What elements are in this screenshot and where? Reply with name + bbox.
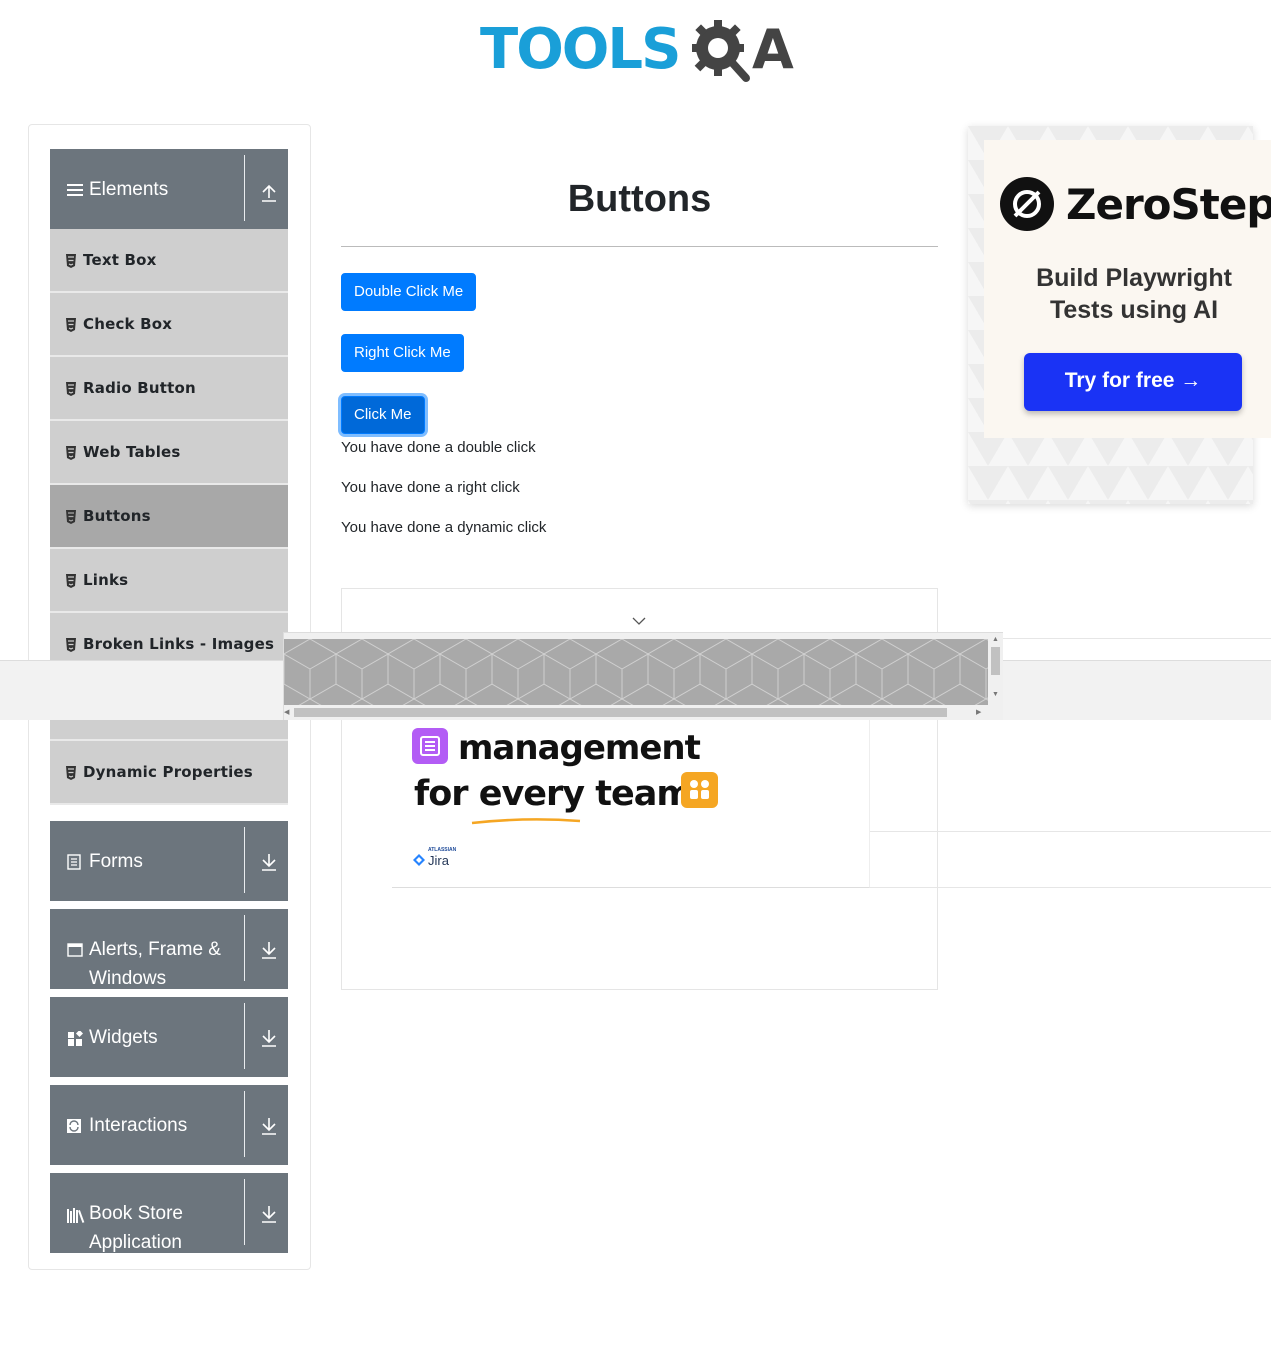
menu-item-radio-button[interactable]: Radio Button xyxy=(50,357,288,421)
rule-1 xyxy=(870,831,1271,832)
group-title: Alerts, Frame & xyxy=(89,939,221,960)
html5-icon xyxy=(66,318,76,332)
collapse-arrow-icon[interactable] xyxy=(258,182,280,204)
expand-arrow-icon[interactable] xyxy=(258,851,280,873)
logo-tools-text: TOOLS xyxy=(480,17,681,82)
group-header-alerts[interactable]: Alerts, Frame & Windows xyxy=(50,909,288,989)
horizontal-scrollbar[interactable]: ◀ ▶ xyxy=(284,705,1003,720)
divider xyxy=(244,1179,245,1245)
menu-item-label: Links xyxy=(83,571,129,589)
vertical-scrollbar[interactable]: ▲ ▼ xyxy=(988,633,1003,705)
zerostep-brand: ZeroStep xyxy=(1066,180,1271,229)
menu-item-label: Web Tables xyxy=(83,443,181,461)
menu-item-label: Text Box xyxy=(83,251,157,269)
divider xyxy=(244,155,245,221)
document-icon xyxy=(67,854,81,870)
html5-icon xyxy=(66,446,76,460)
html5-icon xyxy=(66,638,76,652)
gear-search-icon xyxy=(692,20,750,82)
logo-a-text: A xyxy=(752,18,794,81)
scroll-down-icon[interactable]: ▼ xyxy=(992,691,999,698)
scroll-left-icon[interactable]: ◀ xyxy=(284,709,289,716)
ad-pattern-image xyxy=(284,639,988,705)
html5-icon xyxy=(66,382,76,396)
group-header-widgets[interactable]: Widgets xyxy=(50,997,288,1077)
expand-arrow-icon[interactable] xyxy=(258,1115,280,1137)
scroll-thumb[interactable] xyxy=(991,647,1000,675)
list-icon xyxy=(412,728,448,764)
jira-ad-line2: for every team xyxy=(414,774,693,814)
divider xyxy=(244,827,245,893)
group-title: Widgets xyxy=(89,1027,158,1048)
right-click-button[interactable]: Right Click Me xyxy=(341,334,464,372)
menu-item-web-tables[interactable]: Web Tables xyxy=(50,421,288,485)
rule-2 xyxy=(870,887,1271,888)
click-me-button[interactable]: Click Me xyxy=(341,396,425,434)
group-header-elements[interactable]: Elements xyxy=(50,149,288,229)
dynamic-click-message: You have done a dynamic click xyxy=(341,519,547,536)
tagline-line2: Tests using AI xyxy=(1049,296,1219,324)
divider xyxy=(244,1091,245,1157)
divider xyxy=(244,1003,245,1069)
menu-item-links[interactable]: Links xyxy=(50,549,288,613)
chevron-down-icon[interactable] xyxy=(632,616,646,626)
menu-item-dynamic-properties[interactable]: Dynamic Properties xyxy=(50,741,288,805)
menu-item-label: Dynamic Properties xyxy=(83,763,253,781)
menu-item-label: Broken Links - Images xyxy=(83,635,275,653)
expand-arrow-icon[interactable] xyxy=(258,1203,280,1225)
jira-label: Jira xyxy=(428,853,449,868)
jira-ad-line1: management xyxy=(458,728,701,768)
tagline-line1: Build Playwright xyxy=(1036,264,1232,292)
title-divider xyxy=(341,246,938,247)
expand-arrow-icon[interactable] xyxy=(258,1027,280,1049)
group-header-forms[interactable]: Forms xyxy=(50,821,288,901)
html5-icon xyxy=(66,766,76,780)
menu-item-label: Buttons xyxy=(83,507,151,525)
html5-icon xyxy=(66,254,76,268)
page-title: Buttons xyxy=(567,178,712,220)
try-for-free-button[interactable]: Try for free → xyxy=(1024,353,1242,411)
right-click-message: You have done a right click xyxy=(341,479,520,496)
divider xyxy=(244,915,245,981)
sticky-ad-frame[interactable]: ▲ ▼ ◀ ▶ xyxy=(283,632,1003,720)
double-click-button[interactable]: Double Click Me xyxy=(341,273,477,311)
scroll-right-icon[interactable]: ▶ xyxy=(976,709,981,716)
menu-item-check-box[interactable]: Check Box xyxy=(50,293,288,357)
html5-icon xyxy=(66,510,76,524)
group-title: Interactions xyxy=(89,1115,188,1136)
zerostep-logo-icon xyxy=(1000,177,1054,231)
group-header-interactions[interactable]: Interactions xyxy=(50,1085,288,1165)
scroll-up-icon[interactable]: ▲ xyxy=(992,636,999,643)
books-icon xyxy=(67,1208,85,1223)
html5-icon xyxy=(66,574,76,588)
hamburger-icon xyxy=(67,184,83,196)
menu-item-label: Radio Button xyxy=(83,379,196,397)
rule-3 xyxy=(1003,638,1271,639)
jira-ad-banner[interactable]: management for every team ATLASSIAN Jira xyxy=(392,700,870,888)
team-icon xyxy=(681,772,718,808)
group-title-line2: Application xyxy=(89,1232,182,1253)
interactions-icon xyxy=(67,1119,81,1133)
expand-arrow-icon[interactable] xyxy=(258,939,280,961)
scroll-thumb[interactable] xyxy=(294,708,947,717)
group-title: Forms xyxy=(89,851,143,872)
menu-item-buttons[interactable]: Buttons xyxy=(50,485,288,549)
group-header-book-store[interactable]: Book Store Application xyxy=(50,1173,288,1253)
window-icon xyxy=(67,943,83,957)
toolsqa-logo[interactable]: TOOLS A xyxy=(480,14,804,92)
group-title: Book Store xyxy=(89,1203,183,1224)
underline-swoosh xyxy=(471,818,581,825)
menu-item-text-box[interactable]: Text Box xyxy=(50,229,288,293)
zerostep-tagline: Build Playwright Tests using AI xyxy=(1000,262,1268,326)
double-click-message: You have done a double click xyxy=(341,439,536,456)
jira-logo-icon xyxy=(413,854,425,866)
group-title-line2: Windows xyxy=(89,968,167,989)
menu-item-label: Check Box xyxy=(83,315,173,333)
group-title: Elements xyxy=(89,179,169,200)
widgets-icon xyxy=(68,1031,83,1046)
